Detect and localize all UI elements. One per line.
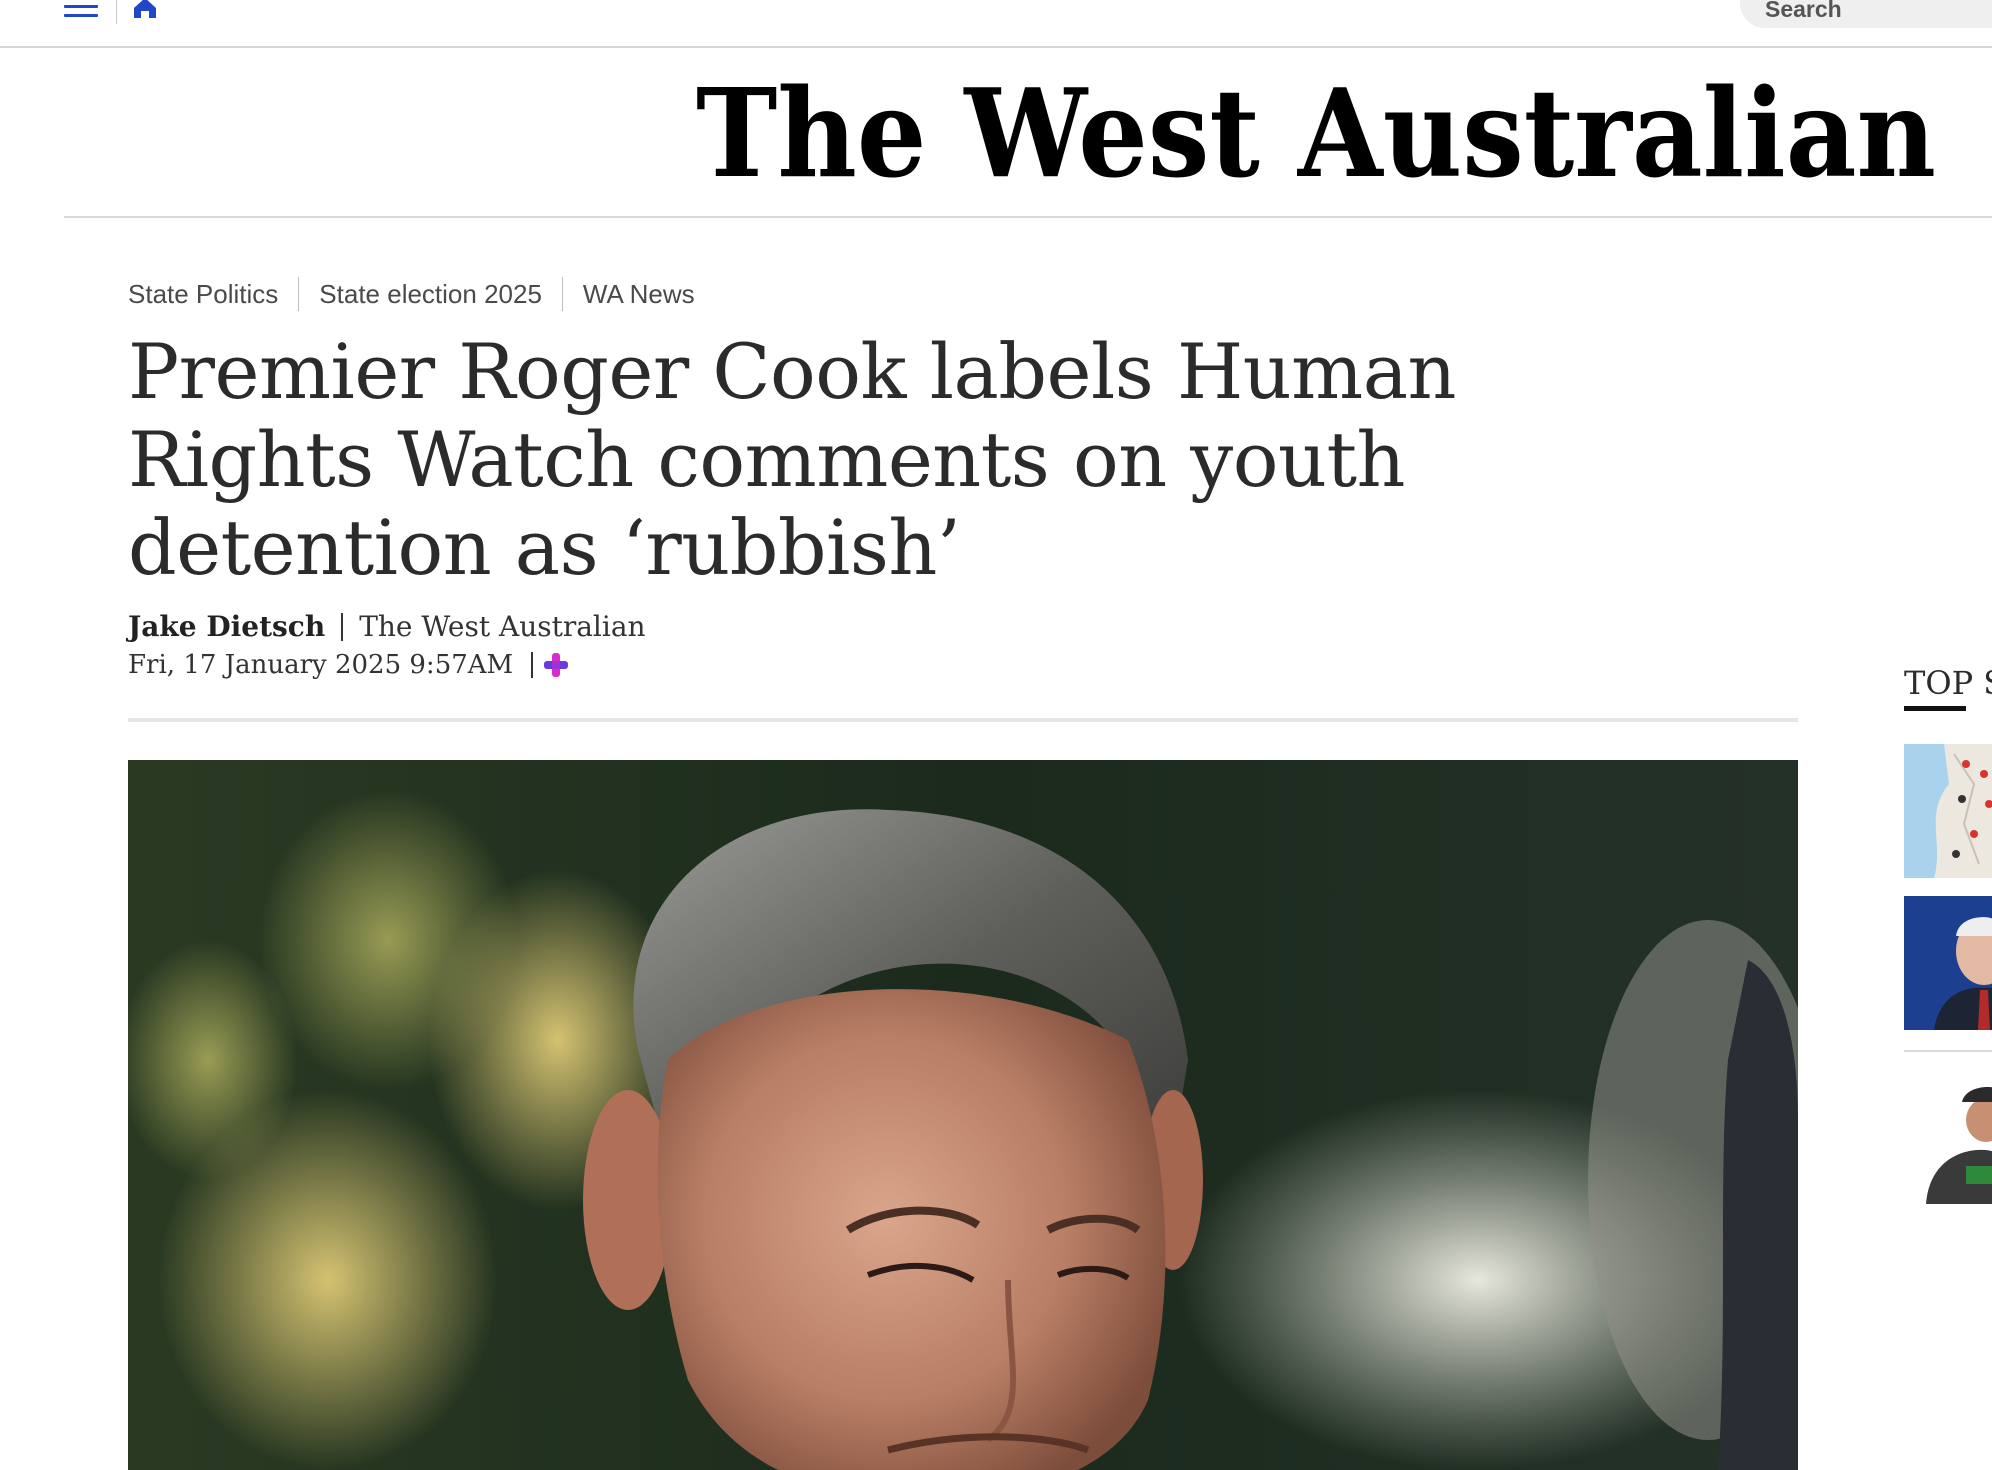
sidebar-story-thumbnail[interactable]	[1904, 1068, 1992, 1204]
dateline: Fri, 17 January 2025 9:57AM	[128, 650, 569, 680]
hero-photo	[128, 760, 1798, 1470]
sidebar-heading-underline	[1904, 706, 1966, 711]
home-button[interactable]	[130, 0, 160, 22]
map-thumbnail	[1904, 744, 1992, 878]
byline: Jake Dietsch The West Australian	[128, 610, 646, 643]
svg-text:The West Australian: The West Australian	[696, 70, 1936, 202]
menu-button[interactable]	[60, 0, 100, 24]
breadcrumb-divider	[298, 277, 300, 311]
breadcrumb-link-state-politics[interactable]: State Politics	[128, 279, 278, 310]
hamburger-icon-line	[64, 14, 98, 17]
portrait-thumbnail	[1904, 1068, 1992, 1204]
sidebar-story-thumbnail[interactable]	[1904, 744, 1992, 878]
topbar-divider	[116, 0, 117, 24]
search-placeholder: Search	[1765, 0, 1842, 22]
author-name[interactable]: Jake Dietsch	[128, 610, 325, 643]
top-bar: Search	[0, 0, 1992, 48]
masthead: The West Australian	[64, 48, 1992, 218]
dateline-divider	[531, 652, 534, 678]
byline-divider-rule	[128, 718, 1798, 722]
site-logo[interactable]: The West Australian	[676, 70, 1956, 202]
breadcrumb: State Politics State election 2025 WA Ne…	[128, 276, 695, 312]
sidebar-heading: TOP S	[1904, 664, 1992, 702]
home-icon	[134, 0, 156, 18]
article-headline: Premier Roger Cook labels Human Rights W…	[128, 327, 1457, 592]
hamburger-icon-line	[64, 5, 98, 8]
hero-image[interactable]	[128, 760, 1798, 1470]
portrait-thumbnail	[1904, 896, 1992, 1030]
breadcrumb-divider	[561, 277, 563, 311]
plus-icon	[544, 653, 569, 677]
sidebar-story-thumbnail[interactable]	[1904, 896, 1992, 1030]
byline-divider	[341, 612, 344, 641]
search-input[interactable]: Search	[1740, 0, 1992, 28]
breadcrumb-link-state-election[interactable]: State election 2025	[319, 279, 542, 310]
publication-name: The West Australian	[359, 610, 646, 643]
breadcrumb-link-wa-news[interactable]: WA News	[583, 279, 695, 310]
sidebar-divider	[1904, 1050, 1992, 1052]
publish-date: Fri, 17 January 2025 9:57AM	[128, 650, 514, 680]
